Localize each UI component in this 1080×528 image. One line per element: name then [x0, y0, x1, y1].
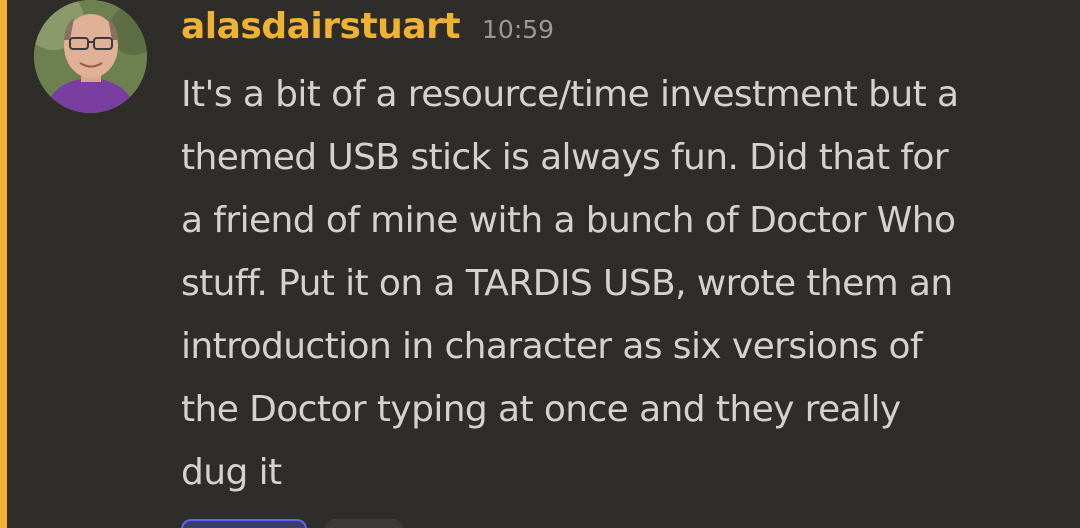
reactions-bar	[181, 519, 403, 528]
chat-message: alasdairstuart 10:59 It's a bit of a res…	[0, 0, 1080, 528]
message-content: It's a bit of a resource/time investment…	[181, 74, 959, 493]
mention-highlight-bar	[0, 0, 7, 528]
avatar-image	[34, 0, 147, 113]
message-timestamp[interactable]: 10:59	[482, 15, 554, 44]
reaction-button[interactable]	[325, 519, 403, 528]
avatar[interactable]	[34, 0, 147, 113]
reaction-button-active[interactable]	[181, 519, 307, 528]
message-header: alasdairstuart 10:59	[181, 6, 554, 62]
author-username[interactable]: alasdairstuart	[181, 6, 461, 47]
